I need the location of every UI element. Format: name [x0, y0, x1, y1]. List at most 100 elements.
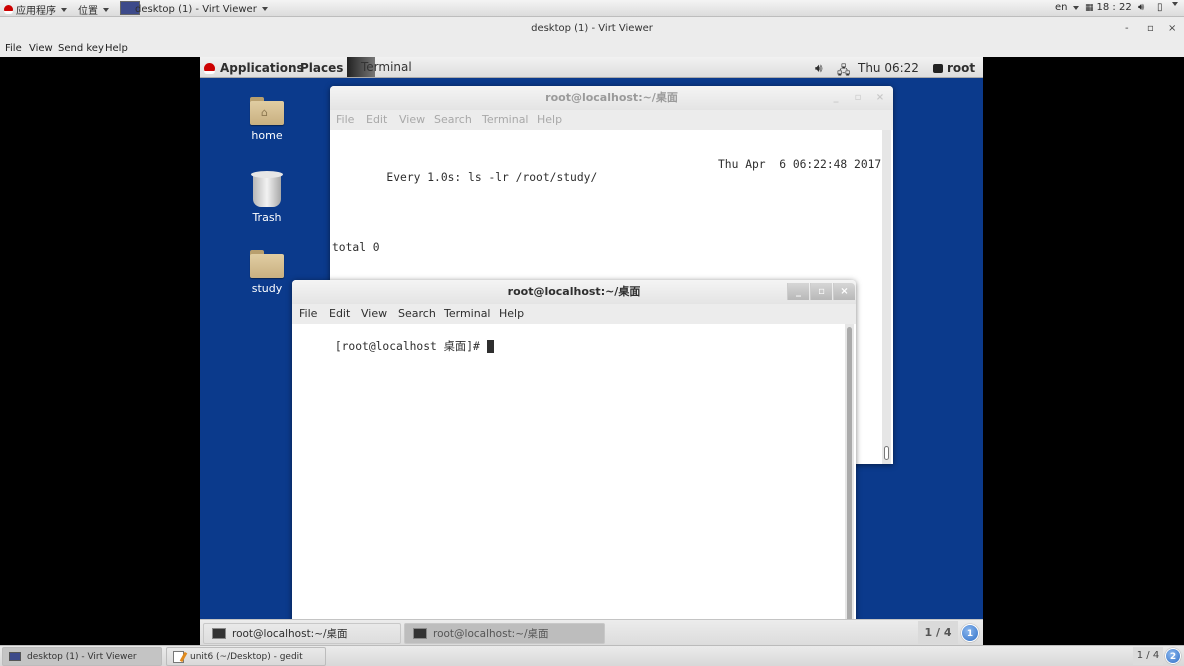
chevron-down-icon: [1072, 5, 1079, 10]
folder-icon: [250, 250, 284, 278]
output-line: total 0: [332, 240, 380, 254]
gedit-icon: [173, 650, 184, 663]
terminal-titlebar[interactable]: root@localhost:~/桌面 _ ▫ ×: [330, 86, 893, 110]
chevron-down-icon: [1172, 2, 1178, 6]
scrollbar[interactable]: [845, 324, 854, 625]
user-menu[interactable]: root: [933, 61, 975, 75]
close-button[interactable]: ×: [833, 283, 855, 300]
host-window-title: desktop (1) - Virt Viewer: [135, 3, 257, 15]
redhat-logo-icon: [4, 5, 13, 14]
menu-view[interactable]: View: [29, 43, 53, 54]
host-taskbar-item[interactable]: unit6 (~/Desktop) - gedit: [166, 647, 326, 666]
text-cursor: [486, 340, 494, 354]
maximize-button[interactable]: ▫: [1147, 17, 1154, 40]
notification-badge[interactable]: 1: [961, 624, 979, 642]
desktop-icon-label: Trash: [252, 211, 282, 224]
desktop-icon-trash[interactable]: Trash: [237, 171, 297, 224]
host-places-label: 位置: [78, 6, 98, 17]
maximize-button[interactable]: ▫: [847, 89, 869, 106]
virt-viewer-title: desktop (1) - Virt Viewer: [531, 23, 653, 34]
desktop-icon-label: home: [251, 129, 283, 142]
menu-edit[interactable]: Edit: [329, 307, 350, 320]
menu-file[interactable]: File: [5, 43, 22, 54]
scrollbar-thumb[interactable]: [847, 327, 852, 623]
taskbar-item-label: root@localhost:~/桌面: [232, 628, 348, 640]
menu-help[interactable]: Help: [537, 113, 562, 126]
guest-applications-label: Applications: [220, 61, 304, 75]
host-applications-label: 应用程序: [16, 6, 56, 17]
host-clock[interactable]: ▦ 18 : 22: [1085, 2, 1132, 13]
guest-top-panel: Applications Places Terminal 🔊︎ 🖧︎ Thu 0…: [200, 57, 983, 78]
chevron-down-icon: [103, 7, 109, 12]
desktop-icon-home[interactable]: ⌂ home: [237, 97, 297, 142]
guest-volume-icon[interactable]: 🔊︎: [815, 61, 823, 76]
menu-help[interactable]: Help: [499, 307, 524, 320]
terminal-menubar: File Edit View Search Terminal Help: [330, 110, 893, 130]
volume-icon[interactable]: 🔊︎: [1138, 2, 1144, 13]
workspace-switcher[interactable]: 1 / 4: [918, 621, 958, 644]
chevron-down-icon: [61, 7, 67, 12]
system-menu[interactable]: [1170, 2, 1178, 6]
terminal-titlebar[interactable]: root@localhost:~/桌面 _ ▫ ×: [292, 280, 856, 304]
guest-applications-menu[interactable]: Applications: [204, 61, 304, 75]
menu-terminal[interactable]: Terminal: [482, 113, 529, 126]
taskbar-item[interactable]: root@localhost:~/桌面: [203, 623, 401, 644]
menu-search[interactable]: Search: [398, 307, 436, 320]
home-folder-icon: ⌂: [250, 97, 284, 125]
terminal-input-area[interactable]: [root@localhost 桌面]#: [292, 324, 856, 625]
menu-search[interactable]: Search: [434, 113, 472, 126]
host-applications-menu[interactable]: 应用程序: [4, 2, 67, 17]
battery-icon[interactable]: ▯: [1157, 2, 1163, 13]
desktop-icon-label: study: [251, 282, 283, 295]
menu-help[interactable]: Help: [105, 43, 128, 54]
close-button[interactable]: ×: [869, 89, 891, 106]
virt-viewer-menubar: File View Send key Help: [0, 40, 1184, 57]
guest-active-app[interactable]: Terminal: [347, 57, 412, 77]
terminal-title: root@localhost:~/桌面: [507, 285, 641, 298]
guest-active-app-label: Terminal: [361, 60, 412, 74]
minimize-button[interactable]: -: [1125, 17, 1129, 40]
guest-bottom-panel: root@localhost:~/桌面 root@localhost:~/桌面 …: [200, 619, 983, 645]
host-places-menu[interactable]: 位置: [78, 2, 109, 17]
guest-display[interactable]: Applications Places Terminal 🔊︎ 🖧︎ Thu 0…: [200, 57, 983, 645]
host-taskbar-label: unit6 (~/Desktop) - gedit: [190, 651, 303, 662]
terminal-icon: [212, 628, 226, 639]
maximize-button[interactable]: ▫: [810, 283, 832, 300]
language-selector[interactable]: en: [1055, 2, 1079, 13]
scrollbar-thumb[interactable]: [884, 446, 889, 460]
menu-view[interactable]: View: [361, 307, 387, 320]
menu-edit[interactable]: Edit: [366, 113, 387, 126]
user-label: root: [947, 61, 976, 75]
scrollbar[interactable]: [882, 130, 891, 464]
watch-timestamp: Thu Apr 6 06:22:48 2017: [718, 157, 882, 171]
user-icon: [933, 63, 943, 73]
host-clock-label: 18 : 22: [1096, 2, 1132, 13]
taskbar-item-active[interactable]: root@localhost:~/桌面: [404, 623, 605, 644]
terminal-title: root@localhost:~/桌面: [545, 91, 678, 104]
guest-clock[interactable]: Thu 06:22: [858, 61, 919, 75]
trash-icon: [251, 171, 283, 207]
terminal-window-active[interactable]: root@localhost:~/桌面 _ ▫ × File Edit View…: [292, 280, 856, 625]
terminal-menubar: File Edit View Search Terminal Help: [292, 304, 856, 324]
minimize-button[interactable]: _: [787, 283, 809, 300]
desktop-icon-study[interactable]: study: [237, 250, 297, 295]
host-taskbar-label: desktop (1) - Virt Viewer: [27, 651, 137, 662]
menu-view[interactable]: View: [399, 113, 425, 126]
minimize-button[interactable]: _: [825, 89, 847, 106]
host-window-menu[interactable]: desktop (1) - Virt Viewer: [120, 0, 268, 16]
host-taskbar-item-active[interactable]: desktop (1) - Virt Viewer: [2, 647, 162, 666]
guest-places-label: Places: [300, 61, 344, 75]
menu-send-key[interactable]: Send key: [58, 43, 104, 54]
host-workspace-switcher[interactable]: 1 / 4: [1133, 647, 1163, 665]
host-notification-badge[interactable]: 2: [1165, 648, 1181, 664]
guest-places-menu[interactable]: Places: [300, 61, 343, 75]
network-icon[interactable]: 🖧︎: [837, 61, 850, 82]
host-bottom-panel: desktop (1) - Virt Viewer unit6 (~/Deskt…: [0, 645, 1184, 666]
guest-clock-label: Thu 06:22: [858, 61, 919, 75]
terminal-icon: [413, 628, 427, 639]
close-button[interactable]: ×: [1168, 17, 1176, 40]
menu-file[interactable]: File: [299, 307, 317, 320]
menu-terminal[interactable]: Terminal: [444, 307, 491, 320]
chevron-down-icon: [261, 7, 268, 11]
menu-file[interactable]: File: [336, 113, 354, 126]
